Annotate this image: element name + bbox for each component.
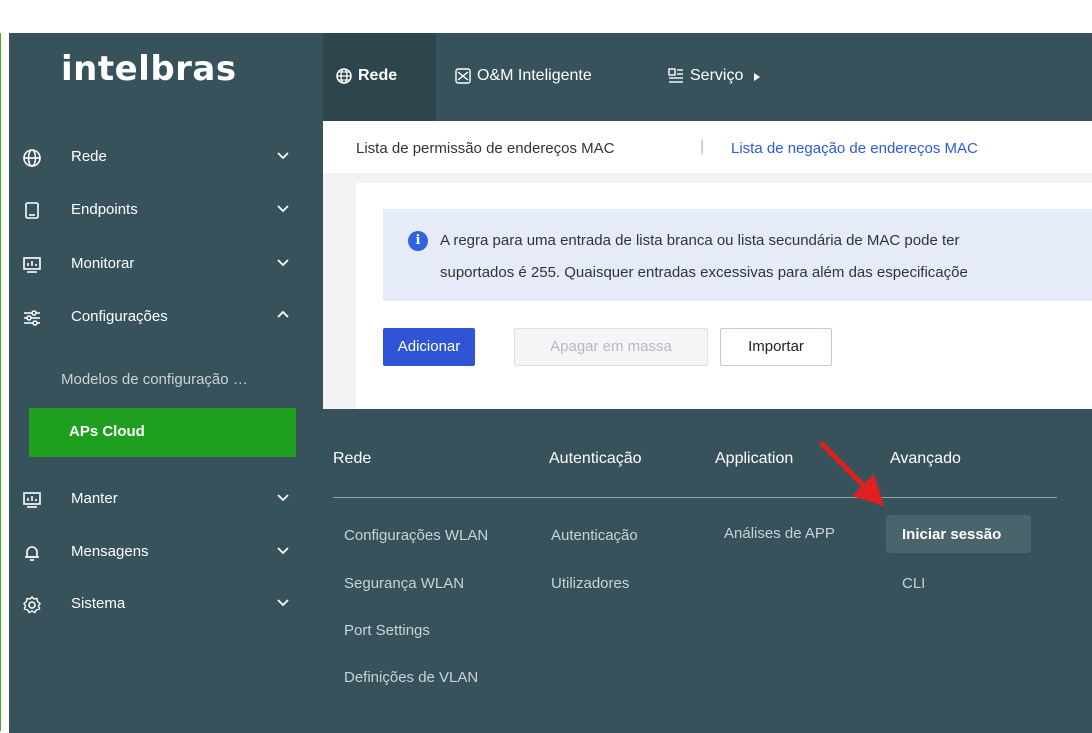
- brand-logo: intelbras: [61, 49, 237, 89]
- menu-item-seguranca-wlan[interactable]: Segurança WLAN: [344, 575, 464, 592]
- sidebar-subitem-modelos[interactable]: Modelos de configuração …: [61, 371, 301, 388]
- sidebar-item-label: Configurações: [71, 308, 168, 325]
- chevron-down-icon: [277, 152, 289, 160]
- tab-label: Serviço: [690, 67, 744, 84]
- menu-item-analises-app[interactable]: Análises de APP: [724, 525, 835, 542]
- top-navigation: Rede O&M Inteligente Serviço: [323, 33, 1092, 121]
- mega-menu: Rede Autenticação Application Avançado C…: [296, 409, 1092, 733]
- add-button[interactable]: Adicionar: [383, 328, 475, 366]
- sidebar-subitem-label: APs Cloud: [69, 423, 145, 440]
- main-content: Lista de permissão de endereços MAC | Li…: [323, 121, 1092, 471]
- caret-right-icon: [754, 73, 760, 81]
- menu-item-cli[interactable]: CLI: [902, 575, 925, 592]
- chevron-down-icon: [277, 259, 289, 267]
- globe-icon: [336, 68, 352, 84]
- om-icon: [455, 68, 471, 84]
- monitor-chart-icon: [23, 257, 41, 273]
- menu-item-port-settings[interactable]: Port Settings: [344, 622, 430, 639]
- info-icon: i: [408, 231, 428, 251]
- menu-column-autenticacao: Autenticação: [549, 450, 642, 467]
- tab-om-inteligente[interactable]: O&M Inteligente: [444, 33, 644, 121]
- menu-item-label: Iniciar sessão: [902, 526, 1002, 543]
- tab-label: Rede: [358, 67, 398, 84]
- chevron-down-icon: [277, 205, 289, 213]
- monitor-chart-icon: [23, 492, 41, 508]
- content-panel: i A regra para uma entrada de lista bran…: [356, 183, 1092, 471]
- tablet-icon: [25, 202, 39, 219]
- sidebar-item-label: Sistema: [71, 595, 126, 612]
- import-button[interactable]: Importar: [720, 328, 832, 366]
- annotation-arrow-icon: [819, 441, 884, 506]
- sidebar-item-label: Monitorar: [71, 255, 135, 272]
- info-notice: i A regra para uma entrada de lista bran…: [383, 209, 1092, 301]
- sub-tab-bar: Lista de permissão de endereços MAC | Li…: [323, 121, 1092, 173]
- tab-mac-allow-list[interactable]: Lista de permissão de endereços MAC: [356, 140, 614, 157]
- sliders-icon: [24, 310, 40, 326]
- sidebar-item-label: Endpoints: [71, 201, 138, 218]
- service-icon: [668, 68, 683, 83]
- sidebar-item-label: Rede: [71, 148, 107, 165]
- bulk-delete-button[interactable]: Apagar em massa: [514, 328, 708, 366]
- sidebar-item-manter[interactable]: Manter: [9, 479, 309, 519]
- tab-mac-deny-list[interactable]: Lista de negação de endereços MAC: [731, 140, 978, 157]
- top-margin: [0, 0, 1092, 33]
- menu-item-utilizadores[interactable]: Utilizadores: [551, 575, 629, 592]
- tab-separator: |: [700, 138, 705, 155]
- globe-icon: [23, 149, 41, 167]
- sidebar-item-rede[interactable]: Rede: [9, 137, 309, 177]
- menu-item-definicoes-vlan[interactable]: Definições de VLAN: [344, 669, 478, 686]
- gear-icon: [23, 596, 41, 614]
- sidebar-item-configuracoes[interactable]: Configurações: [9, 297, 309, 337]
- menu-item-autenticacao[interactable]: Autenticação: [551, 527, 638, 544]
- notice-line-1: A regra para uma entrada de lista branca…: [440, 232, 960, 249]
- tab-label: O&M Inteligente: [477, 67, 592, 84]
- chevron-up-icon: [277, 310, 289, 318]
- sidebar-item-endpoints[interactable]: Endpoints: [9, 190, 309, 230]
- sidebar: intelbras Rede Endpoints Monitorar Confi…: [9, 33, 323, 733]
- sidebar-item-mensagens[interactable]: Mensagens: [9, 532, 309, 572]
- menu-item-configuracoes-wlan[interactable]: Configurações WLAN: [344, 527, 488, 544]
- sidebar-item-sistema[interactable]: Sistema: [9, 584, 309, 624]
- menu-item-iniciar-sessao[interactable]: Iniciar sessão: [886, 515, 1031, 553]
- tab-servico[interactable]: Serviço: [657, 33, 777, 121]
- sidebar-item-monitorar[interactable]: Monitorar: [9, 244, 309, 284]
- notice-line-2: suportados é 255. Quaisquer entradas exc…: [440, 264, 968, 281]
- menu-column-application: Application: [715, 450, 794, 467]
- menu-column-avancado: Avançado: [890, 450, 961, 467]
- bell-icon: [25, 546, 39, 561]
- chevron-down-icon: [277, 599, 289, 607]
- sidebar-item-label: Mensagens: [71, 543, 149, 560]
- menu-column-rede: Rede: [333, 450, 372, 467]
- chevron-down-icon: [277, 547, 289, 555]
- sidebar-item-label: Manter: [71, 490, 118, 507]
- tab-rede[interactable]: Rede: [323, 33, 436, 121]
- chevron-down-icon: [277, 494, 289, 502]
- sidebar-subitem-aps-cloud[interactable]: APs Cloud: [29, 408, 296, 457]
- menu-divider: [333, 497, 1057, 498]
